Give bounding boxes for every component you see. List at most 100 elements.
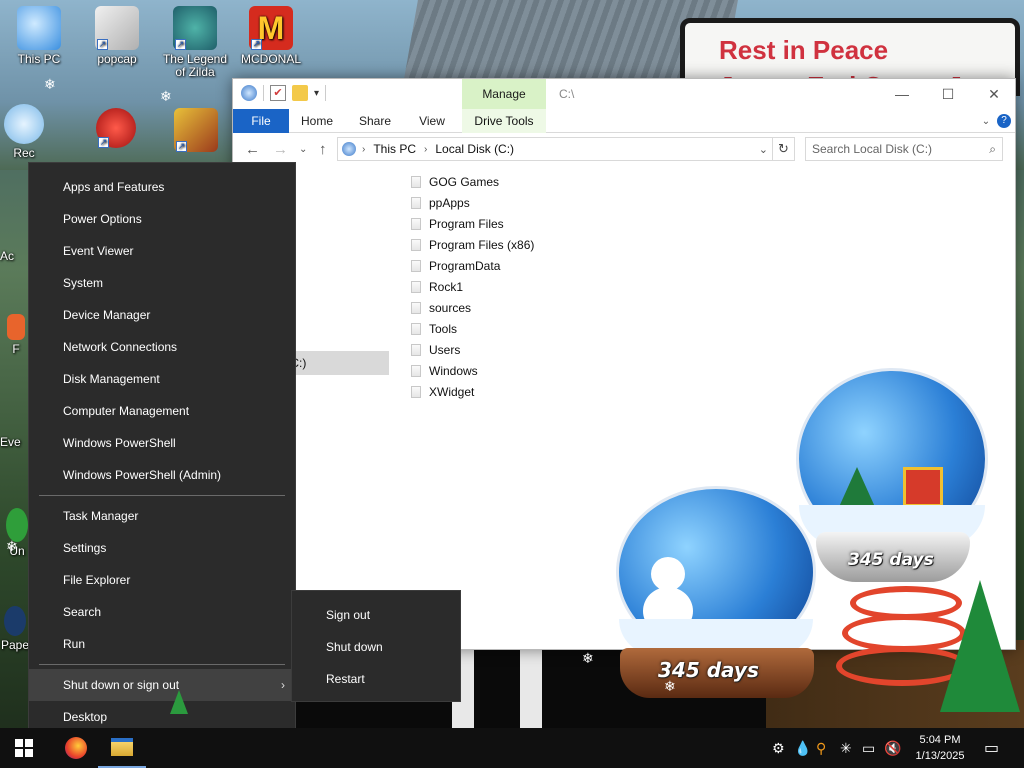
windows-logo-icon [15, 739, 33, 757]
water-drop-icon[interactable]: 💧 [794, 740, 811, 757]
list-item[interactable]: Rock1 [411, 276, 611, 297]
menu-item-powershell-admin[interactable]: Windows PowerShell (Admin) [29, 459, 295, 491]
menu-item-sign-out[interactable]: Sign out [292, 599, 460, 631]
properties-icon[interactable]: ✔ [270, 85, 286, 101]
sparkle-icon[interactable]: ✳ [840, 740, 852, 757]
snowflake-icon: ❄ [160, 89, 172, 105]
list-item[interactable]: Program Files (x86) [411, 234, 611, 255]
menu-item-file-explorer[interactable]: File Explorer [29, 564, 295, 596]
breadcrumb-this-pc[interactable]: This PC [373, 142, 416, 156]
globe-base-small: 345 days [620, 648, 814, 698]
menu-item-network-connections[interactable]: Network Connections [29, 331, 295, 363]
power-user-menu: Apps and Features Power Options Event Vi… [28, 162, 296, 740]
desktop-icon-label: Eve [0, 435, 21, 449]
tab-view[interactable]: View [407, 109, 457, 133]
list-item[interactable]: Tools [411, 318, 611, 339]
menu-item-event-viewer[interactable]: Event Viewer [29, 235, 295, 267]
menu-item-shut-down[interactable]: Shut down [292, 631, 460, 663]
tab-share[interactable]: Share [349, 109, 401, 133]
desktop-icon-partial[interactable]: Eve [0, 436, 30, 449]
desktop-icon-partial[interactable]: F [4, 314, 28, 356]
desktop-icon-label: The Legend of Zilda [162, 52, 228, 79]
desktop-icon-partial[interactable]: Ac [0, 250, 28, 263]
list-item[interactable]: XWidget [411, 381, 611, 402]
file-name: ProgramData [429, 258, 501, 273]
minimize-button[interactable]: — [879, 81, 925, 107]
app-icon [7, 314, 25, 340]
tray-app-icon[interactable]: ⚙ [772, 740, 785, 757]
list-item[interactable]: Windows [411, 360, 611, 381]
search-icon: ⌕ [989, 141, 996, 156]
tab-drive-tools[interactable]: Drive Tools [462, 109, 546, 133]
menu-item-disk-management[interactable]: Disk Management [29, 363, 295, 395]
disk-icon[interactable] [241, 85, 257, 101]
list-item[interactable]: Program Files [411, 213, 611, 234]
close-button[interactable]: ✕ [971, 81, 1017, 107]
menu-item-task-manager[interactable]: Task Manager [29, 500, 295, 532]
taskbar: ⚙ 💧 ⚲ ✳ ▭ 🔇 5:04 PM 1/13/2025 ▭ [0, 728, 1024, 768]
file-name: sources [429, 300, 472, 315]
list-item[interactable]: sources [411, 297, 611, 318]
desktop-icon-popcap[interactable]: ↗ popcap [80, 6, 154, 66]
back-arrow-icon[interactable]: ← [245, 141, 260, 158]
breadcrumb-local-disk[interactable]: Local Disk (C:) [435, 142, 514, 156]
new-folder-icon[interactable] [292, 85, 308, 101]
expand-ribbon-icon[interactable]: ⌄ [979, 109, 993, 133]
menu-item-run[interactable]: Run [29, 628, 295, 660]
action-center-icon[interactable]: ▭ [984, 738, 999, 758]
desktop-icon-zilda[interactable]: ↗ The Legend of Zilda [158, 6, 232, 79]
maximize-button[interactable]: ☐ [925, 81, 971, 107]
taskbar-firefox[interactable] [52, 728, 100, 768]
taskbar-clock[interactable]: 5:04 PM 1/13/2025 [906, 732, 974, 764]
menu-separator [39, 664, 285, 665]
desktop-icon-seasons[interactable]: ↗ [168, 108, 224, 155]
help-icon[interactable]: ? [997, 109, 1011, 133]
desktop-icon-mcdonalds[interactable]: M ↗ MCDONAL [236, 6, 306, 66]
folder-icon [411, 385, 421, 398]
menu-item-computer-management[interactable]: Computer Management [29, 395, 295, 427]
list-item[interactable]: ProgramData [411, 255, 611, 276]
recent-locations-icon[interactable]: ⌄ [299, 144, 307, 155]
clock-date: 1/13/2025 [915, 750, 965, 762]
menu-item-device-manager[interactable]: Device Manager [29, 299, 295, 331]
search-input[interactable]: Search Local Disk (C:) ⌕ [805, 137, 1003, 161]
taskbar-file-explorer[interactable] [98, 728, 146, 768]
network-icon[interactable]: ▭ [862, 740, 875, 757]
sign-title: Rest in Peace [719, 35, 889, 65]
refresh-button[interactable]: ↻ [773, 137, 795, 161]
desktop-icon-bird-game[interactable]: ↗ [88, 108, 144, 151]
desktop-icon-recycle-bin[interactable]: Rec [2, 104, 46, 160]
tab-manage[interactable]: Manage [462, 79, 546, 109]
forward-arrow-icon[interactable]: → [273, 141, 288, 158]
snow-globe-small [616, 486, 816, 658]
chevron-down-icon[interactable]: ⌄ [759, 143, 768, 156]
app-icon [4, 606, 26, 636]
menu-item-system[interactable]: System [29, 267, 295, 299]
mcdonalds-icon: M ↗ [249, 6, 293, 50]
menu-item-apps-features[interactable]: Apps and Features [29, 171, 295, 203]
list-item[interactable]: Users [411, 339, 611, 360]
game-character-icon: ↗ [173, 6, 217, 50]
desktop-icon-label: Pape [0, 638, 30, 652]
menu-item-settings[interactable]: Settings [29, 532, 295, 564]
menu-item-powershell[interactable]: Windows PowerShell [29, 427, 295, 459]
title-bar[interactable]: ✔ ▾ Manage C:\ — ☐ ✕ [233, 79, 1015, 109]
start-button[interactable] [0, 728, 48, 768]
tab-home[interactable]: Home [291, 109, 343, 133]
folder-icon [411, 238, 421, 251]
chevron-down-icon[interactable]: ▾ [314, 88, 319, 99]
menu-item-shut-down-sign-out[interactable]: Shut down or sign out › [29, 669, 295, 701]
menu-item-search[interactable]: Search [29, 596, 295, 628]
up-arrow-icon[interactable]: ↑ [319, 141, 327, 158]
tab-file[interactable]: File [233, 109, 289, 133]
list-item[interactable]: GOG Games [411, 171, 611, 192]
menu-item-restart[interactable]: Restart [292, 663, 460, 695]
search-tool-icon[interactable]: ⚲ [816, 740, 826, 757]
menu-item-power-options[interactable]: Power Options [29, 203, 295, 235]
list-item[interactable]: ppApps [411, 192, 611, 213]
desktop-icon-label: Rec [13, 146, 35, 160]
desktop-icon-partial[interactable]: Pape [0, 606, 30, 652]
speaker-muted-icon[interactable]: 🔇 [884, 740, 901, 757]
address-bar[interactable]: › This PC › Local Disk (C:) ⌄ [337, 137, 773, 161]
desktop-icon-this-pc[interactable]: This PC [2, 6, 76, 66]
